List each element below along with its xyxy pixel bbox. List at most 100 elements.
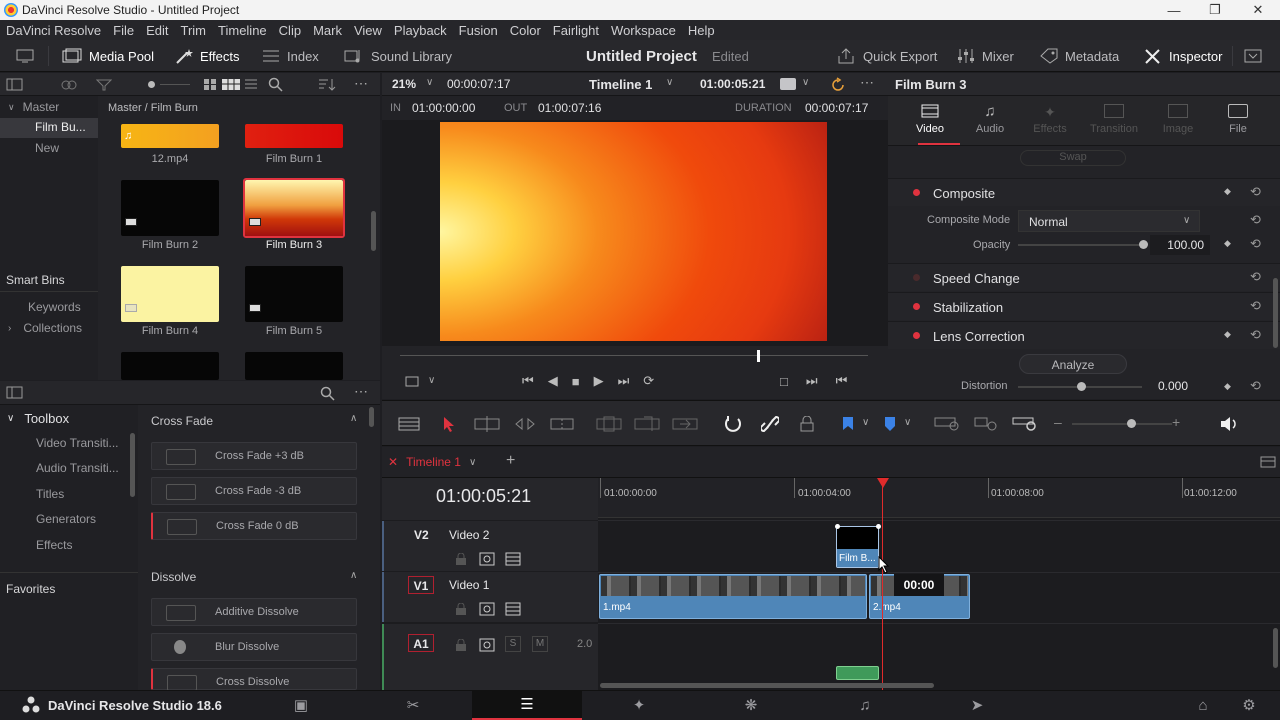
chevron-down-icon[interactable]: ∨ <box>666 77 673 88</box>
track-visibility-icon[interactable] <box>505 552 521 566</box>
sidebar-toggle-icon[interactable] <box>6 386 24 399</box>
page-deliver-icon[interactable]: ➤ <box>922 690 1032 720</box>
marker-icon[interactable] <box>884 416 896 432</box>
lens-correction-section[interactable]: Lens Correction ◆ ⟲ <box>888 321 1280 349</box>
thumbnail-view-icon[interactable] <box>203 78 217 91</box>
keyframe-diamond-icon[interactable]: ◆ <box>1224 329 1231 340</box>
menu-view[interactable]: View <box>348 23 388 38</box>
clip-film-burn[interactable]: Film B... <box>836 526 879 568</box>
reset-icon[interactable]: ⟲ <box>1250 327 1261 343</box>
page-fairlight-icon[interactable]: ♫ <box>810 690 920 720</box>
grid-view-icon[interactable] <box>222 79 240 90</box>
auto-track-select-icon[interactable] <box>479 638 495 652</box>
add-timeline-tab-button[interactable]: + <box>506 452 515 470</box>
tab-file[interactable]: File <box>1224 104 1252 135</box>
track-header-v1[interactable]: V1 Video 1 <box>382 572 598 622</box>
menu-workspace[interactable]: Workspace <box>605 23 682 38</box>
blade-tool-icon[interactable] <box>550 416 574 432</box>
keyframe-diamond-icon[interactable]: ◆ <box>1224 238 1231 249</box>
tab-effects[interactable]: ✦ Effects <box>1032 104 1068 135</box>
audio-clip[interactable] <box>836 666 879 680</box>
toolbox-titles[interactable]: Titles <box>36 487 64 501</box>
media-thumb-film-burn-4[interactable] <box>121 266 219 322</box>
quick-export-button[interactable]: Quick Export <box>836 40 937 72</box>
menu-timeline[interactable]: Timeline <box>212 23 273 38</box>
viewer-zoom[interactable]: 21% <box>392 77 416 91</box>
analyze-button[interactable]: Analyze <box>1019 354 1127 374</box>
home-icon[interactable]: ⌂ <box>1188 690 1218 720</box>
search-icon[interactable] <box>320 386 336 401</box>
effect-additive-dissolve[interactable]: Additive Dissolve <box>151 598 357 626</box>
thumb-size-slider-handle[interactable] <box>148 81 155 88</box>
metadata-button[interactable]: Metadata <box>1040 40 1119 72</box>
reset-icon[interactable]: ⟲ <box>1250 236 1261 252</box>
menu-fairlight[interactable]: Fairlight <box>547 23 605 38</box>
viewer-frame[interactable] <box>440 122 827 341</box>
keyframe-diamond-icon[interactable]: ◆ <box>1224 381 1231 392</box>
page-edit-icon[interactable]: ☰ <box>472 690 582 720</box>
composite-mode-select[interactable]: Normal ∨ <box>1018 210 1200 232</box>
minimize-button[interactable]: — <box>1154 0 1194 20</box>
track-header-v2[interactable]: V2 Video 2 <box>382 521 598 571</box>
track-name-v2[interactable]: Video 2 <box>449 528 489 542</box>
settings-gear-icon[interactable]: ⚙ <box>1234 690 1264 720</box>
stabilization-section[interactable]: Stabilization ⟲ <box>888 292 1280 320</box>
media-thumb[interactable] <box>121 352 219 380</box>
page-cut-icon[interactable]: ✂ <box>358 690 468 720</box>
play-icon[interactable]: ▶ <box>594 373 604 389</box>
reset-icon[interactable]: ⟲ <box>1250 212 1261 228</box>
reset-icon[interactable]: ⟲ <box>1250 378 1261 394</box>
media-thumb-film-burn-5[interactable] <box>245 266 343 322</box>
viewer-scrubber[interactable] <box>400 355 868 356</box>
toolbox-generators[interactable]: Generators <box>36 512 96 526</box>
tab-image[interactable]: Image <box>1160 104 1196 135</box>
timeline-horizontal-scrollbar[interactable] <box>600 683 934 688</box>
keyframe-handle[interactable] <box>876 524 881 529</box>
distortion-slider-handle[interactable] <box>1077 382 1086 391</box>
toolbar-expand-button[interactable] <box>1244 40 1262 72</box>
list-view-icon[interactable] <box>244 78 258 91</box>
toolbox-video-transitions[interactable]: Video Transiti... <box>36 436 119 450</box>
chevron-down-icon[interactable]: ∨ <box>469 457 476 468</box>
panel-layout-button[interactable] <box>16 40 34 72</box>
selection-pointer-icon[interactable] <box>442 416 456 432</box>
media-thumb-film-burn-2[interactable] <box>121 180 219 236</box>
track-visibility-icon[interactable] <box>505 602 521 616</box>
viewer-timeline-name[interactable]: Timeline 1 <box>589 77 652 92</box>
media-thumb-film-burn-1[interactable] <box>245 124 343 148</box>
chevron-down-icon[interactable]: ∨ <box>862 417 869 428</box>
bin-master[interactable]: ∨ Master <box>8 100 59 114</box>
custom-zoom-icon[interactable] <box>1012 416 1040 432</box>
chevron-down-icon[interactable]: ∨ <box>802 77 809 88</box>
media-pool-button[interactable]: Media Pool <box>62 40 154 72</box>
keyframe-handle[interactable] <box>835 524 840 529</box>
track-id-a1[interactable]: A1 <box>408 634 434 652</box>
track-name-v1[interactable]: Video 1 <box>449 578 489 592</box>
effect-blur-dissolve[interactable]: Blur Dissolve <box>151 633 357 661</box>
toolbox-effects[interactable]: Effects <box>36 538 72 552</box>
effect-cross-fade-0[interactable]: Cross Fade 0 dB <box>151 512 357 540</box>
snapping-icon[interactable] <box>724 415 742 433</box>
menu-playback[interactable]: Playback <box>388 23 453 38</box>
prev-edit-icon[interactable]: ⏮ <box>836 373 848 389</box>
more-options-icon[interactable]: ⋯ <box>354 75 368 92</box>
composite-section[interactable]: Composite ◆ ⟲ <box>888 178 1280 206</box>
filter-icon[interactable] <box>96 78 112 91</box>
speaker-icon[interactable] <box>1220 416 1238 432</box>
zoom-out-icon[interactable]: – <box>1054 414 1062 430</box>
menu-clip[interactable]: Clip <box>273 23 307 38</box>
menu-fusion[interactable]: Fusion <box>453 23 504 38</box>
effect-cross-dissolve[interactable]: Cross Dissolve <box>151 668 357 691</box>
page-fusion-icon[interactable]: ✦ <box>584 690 694 720</box>
menu-davinci[interactable]: DaVinci Resolve <box>0 23 107 38</box>
reset-icon[interactable]: ⟲ <box>1250 298 1261 314</box>
media-thumb-film-burn-3[interactable] <box>245 180 343 236</box>
linked-selection-icon[interactable] <box>761 416 779 432</box>
replace-clip-icon[interactable] <box>672 416 698 432</box>
opacity-slider-handle[interactable] <box>1139 240 1148 249</box>
clip-1mp4[interactable]: 1.mp4 <box>599 574 867 619</box>
overwrite-clip-icon[interactable] <box>634 416 660 432</box>
opacity-value[interactable]: 100.00 <box>1150 235 1210 255</box>
close-tab-icon[interactable]: ✕ <box>388 455 398 469</box>
timeline-vertical-scrollbar[interactable] <box>1273 628 1278 668</box>
